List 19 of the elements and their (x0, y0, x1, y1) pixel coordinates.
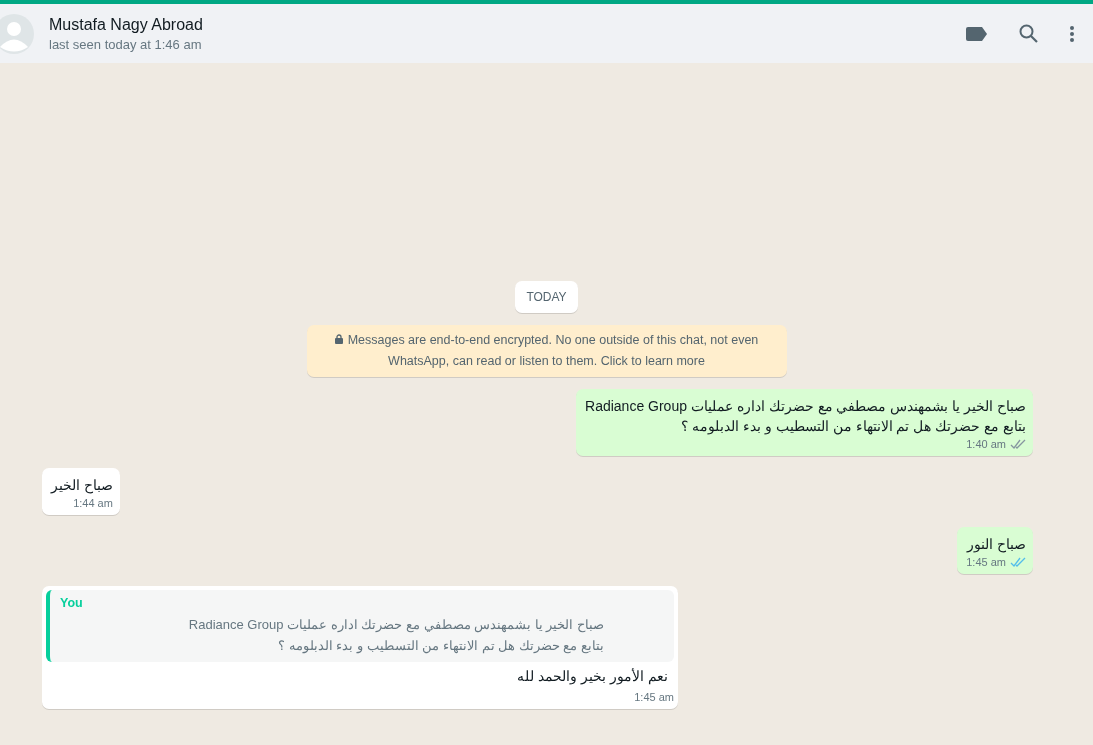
last-seen-status: last seen today at 1:46 am (49, 36, 203, 52)
message-time: 1:40 am (966, 438, 1006, 450)
contact-name: Mustafa Nagy Abroad (49, 15, 204, 34)
menu-icon[interactable] (1069, 24, 1075, 43)
message-time: 1:44 am (73, 497, 113, 509)
search-icon[interactable] (1019, 24, 1038, 43)
lock-icon (334, 334, 343, 344)
label-icon[interactable] (966, 26, 988, 41)
message-time: 1:45 am (966, 556, 1006, 568)
message-text: صباح الخير (51, 476, 113, 496)
quote-text: صباح الخير يا بشمهندس مصطفي مع حضرتك اداره عمليات Radiance Group بتابع مع حضرتك هل تم الانتهاء من التسطيب و بدء الدبلومه ؟ (187, 616, 604, 656)
avatar-icon (0, 13, 34, 54)
quote-author: You (60, 596, 84, 610)
date-chip: TODAY (515, 281, 578, 313)
encryption-notice[interactable]: Messages are end-to-end encrypted. No one outside of this chat, not even WhatsApp, can read or listen to them. Click to learn more (306, 325, 787, 377)
message-text: صباح الخير يا بشمهندس مصطفي مع حضرتك اداره عمليات Radiance Group بتابع مع حضرتك هل تم الانتهاء من التسطيب و بدء الدبلومه ؟ (585, 397, 1026, 437)
message-time: 1:45 am (634, 691, 674, 703)
message-text: نعم الأمور بخير والحمد لله (516, 667, 669, 687)
message-text: صباح النور (966, 535, 1026, 555)
